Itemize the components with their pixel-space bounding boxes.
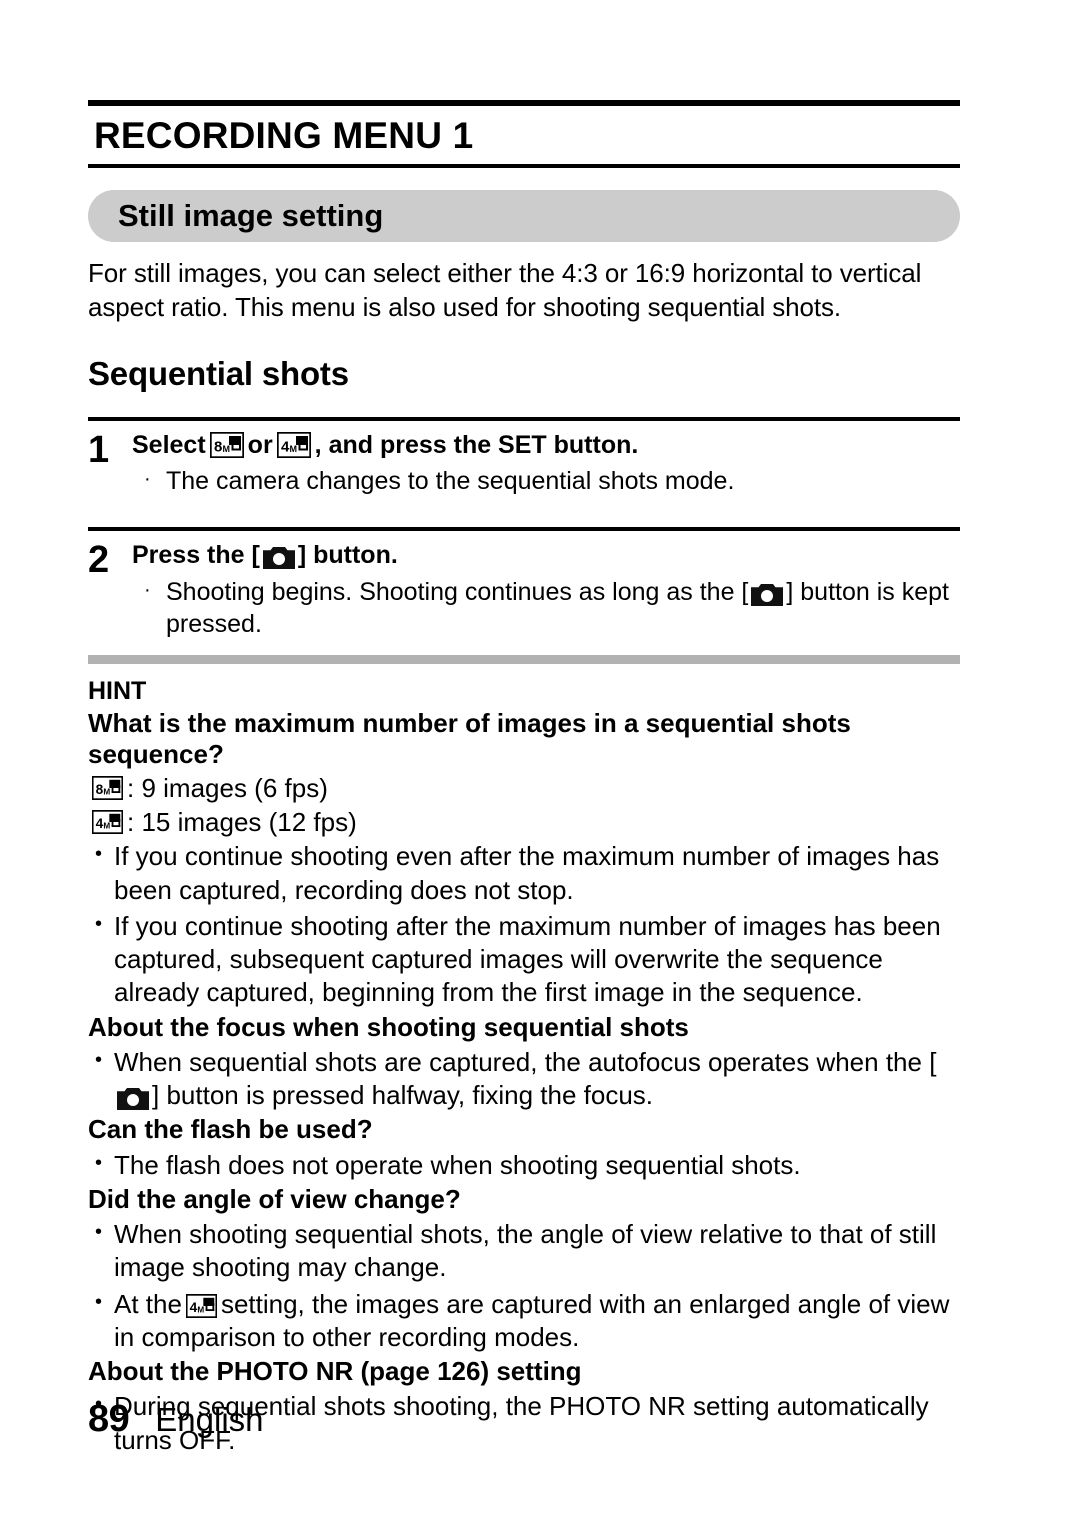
bullet-dot: • — [95, 1151, 103, 1174]
hint-bullets-flash: • The flash does not operate when shooti… — [88, 1149, 960, 1182]
bullet-text: When sequential shots are captured, the … — [114, 1046, 960, 1113]
svg-text:4: 4 — [190, 1300, 198, 1315]
4m-sequential-icon: 4 M — [276, 432, 311, 459]
hint-section: HINT What is the maximum number of image… — [88, 654, 960, 1457]
hint-heading-flash: Can the flash be used? — [88, 1114, 373, 1145]
bullet-text: If you continue shooting even after the … — [114, 841, 940, 905]
hint-heading-angle-of-view: Did the angle of view change? — [88, 1183, 461, 1214]
hint-heading-focus: About the focus when shooting sequential… — [88, 1011, 689, 1042]
bullet-text: Shooting begins. Shooting continues as l… — [166, 576, 960, 641]
bullet-text: The camera changes to the sequential sho… — [166, 466, 735, 495]
hint-bullet: • At the 4 Msetting, the images are captur… — [88, 1288, 960, 1355]
svg-text:M: M — [103, 788, 110, 797]
hint-bullet: • When sequential shots are captured, th… — [88, 1046, 960, 1113]
svg-text:8: 8 — [214, 439, 222, 456]
page-footer: 89 English — [88, 1398, 264, 1441]
bullet-text-before: Shooting begins. Shooting continues as l… — [166, 577, 749, 606]
banner-title: Still image setting — [118, 197, 384, 233]
hint-bullet: • If you continue shooting after the max… — [88, 910, 960, 1010]
hint-spec-4m-text: : 15 images (12 fps) — [127, 806, 357, 837]
bullet-dot: · — [144, 578, 151, 601]
step-1-number: 1 — [88, 428, 110, 471]
hint-bullets-focus: • When sequential shots are captured, th… — [88, 1046, 960, 1113]
bullet-text: At the 4 Msetting, the images are captured… — [114, 1288, 960, 1355]
step-spacer — [88, 497, 960, 527]
svg-text:M: M — [289, 444, 297, 454]
page-content: RECORDING MENU 1 Still image setting For… — [88, 0, 960, 1457]
step-1-title-before: Select — [132, 430, 206, 459]
bullet-dot: • — [95, 843, 103, 866]
camera-shutter-icon — [262, 544, 295, 569]
bullet-text-before: When sequential shots are captured, the … — [114, 1046, 937, 1077]
bullet-dot: • — [95, 1048, 103, 1071]
camera-shutter-icon — [751, 581, 784, 606]
step-2: 2 Press the [ ] button. · Shooting begin… — [88, 527, 960, 640]
step-1-title-middle: or — [247, 430, 273, 459]
hint-spec-4m: 4 M : 15 images (12 fps) — [88, 807, 960, 838]
hint-bullets-max-images: • If you continue shooting even after th… — [88, 840, 960, 1009]
8m-sequential-icon: 8 M — [92, 776, 123, 801]
bullet-text: If you continue shooting after the maxim… — [114, 910, 941, 1008]
svg-text:M: M — [222, 444, 230, 454]
hint-bullets-angle: • When shooting sequential shots, the an… — [88, 1218, 960, 1354]
footer-page-number: 89 — [88, 1398, 130, 1440]
step-2-bullets: · Shooting begins. Shooting continues as… — [132, 576, 960, 641]
4m-sequential-icon: 4 M — [92, 810, 123, 834]
bullet-dot: • — [95, 1221, 103, 1244]
bullet-dot: · — [144, 467, 151, 490]
step-1: 1 Select 8 M or 4 M , and press the SET … — [88, 416, 960, 498]
svg-text:M: M — [197, 1305, 204, 1314]
hint-divider — [88, 654, 960, 664]
footer-language: English — [155, 1401, 264, 1438]
bullet-text: The flash does not operate when shooting… — [114, 1149, 801, 1180]
step-1-title: Select 8 M or 4 M , and press the SET bu… — [132, 430, 960, 461]
hint-heading-photo-nr: About the PHOTO NR (page 126) setting — [88, 1356, 582, 1387]
hint-bullet: • If you continue shooting even after th… — [88, 840, 960, 907]
page-title: RECORDING MENU 1 — [94, 115, 474, 156]
document-page: RECORDING MENU 1 Still image setting For… — [0, 0, 1080, 1521]
step-1-bullets: · The camera changes to the sequential s… — [132, 465, 960, 498]
bullet-dot: • — [95, 1290, 103, 1313]
bullet-text-after: ] button is pressed halfway, fixing the … — [152, 1080, 654, 1111]
hint-question-max-images: What is the maximum number of images in … — [88, 707, 851, 769]
bullet-text-before: At the — [114, 1288, 182, 1319]
step-2-number: 2 — [88, 539, 110, 582]
step-2-bullet-1: · Shooting begins. Shooting continues as… — [144, 576, 960, 641]
svg-text:4: 4 — [96, 816, 104, 831]
chapter-header: RECORDING MENU 1 — [88, 100, 960, 168]
step-1-bullet-1: · The camera changes to the sequential s… — [144, 465, 960, 498]
hint-bullet: • The flash does not operate when shooti… — [88, 1149, 960, 1182]
step-2-title-before: Press the [ — [132, 541, 260, 570]
step-1-title-after: , and press the SET button. — [314, 430, 639, 459]
bullet-text-after: setting, the images are captured with an… — [114, 1288, 950, 1352]
hint-spec-8m-text: : 9 images (6 fps) — [127, 773, 328, 803]
section-heading-sequential-shots: Sequential shots — [88, 354, 349, 392]
still-image-setting-banner: Still image setting — [88, 190, 960, 242]
svg-text:8: 8 — [96, 782, 104, 797]
hint-label: HINT — [88, 676, 147, 705]
bullet-text: When shooting sequential shots, the angl… — [114, 1219, 937, 1283]
step-2-title: Press the [ ] button. — [132, 540, 960, 571]
camera-shutter-icon — [117, 1085, 149, 1110]
intro-paragraph: For still images, you can select either … — [88, 258, 922, 323]
svg-text:M: M — [103, 821, 110, 830]
hint-spec-8m: 8 M : 9 images (6 fps) — [88, 773, 960, 804]
bullet-dot: • — [95, 912, 103, 935]
hint-bullet: • When shooting sequential shots, the an… — [88, 1218, 960, 1285]
step-2-title-after: ] button. — [297, 541, 398, 570]
8m-sequential-icon: 8 M — [209, 432, 244, 459]
chapter-rule-bottom — [88, 164, 960, 168]
4m-sequential-icon: 4M — [185, 1293, 217, 1318]
